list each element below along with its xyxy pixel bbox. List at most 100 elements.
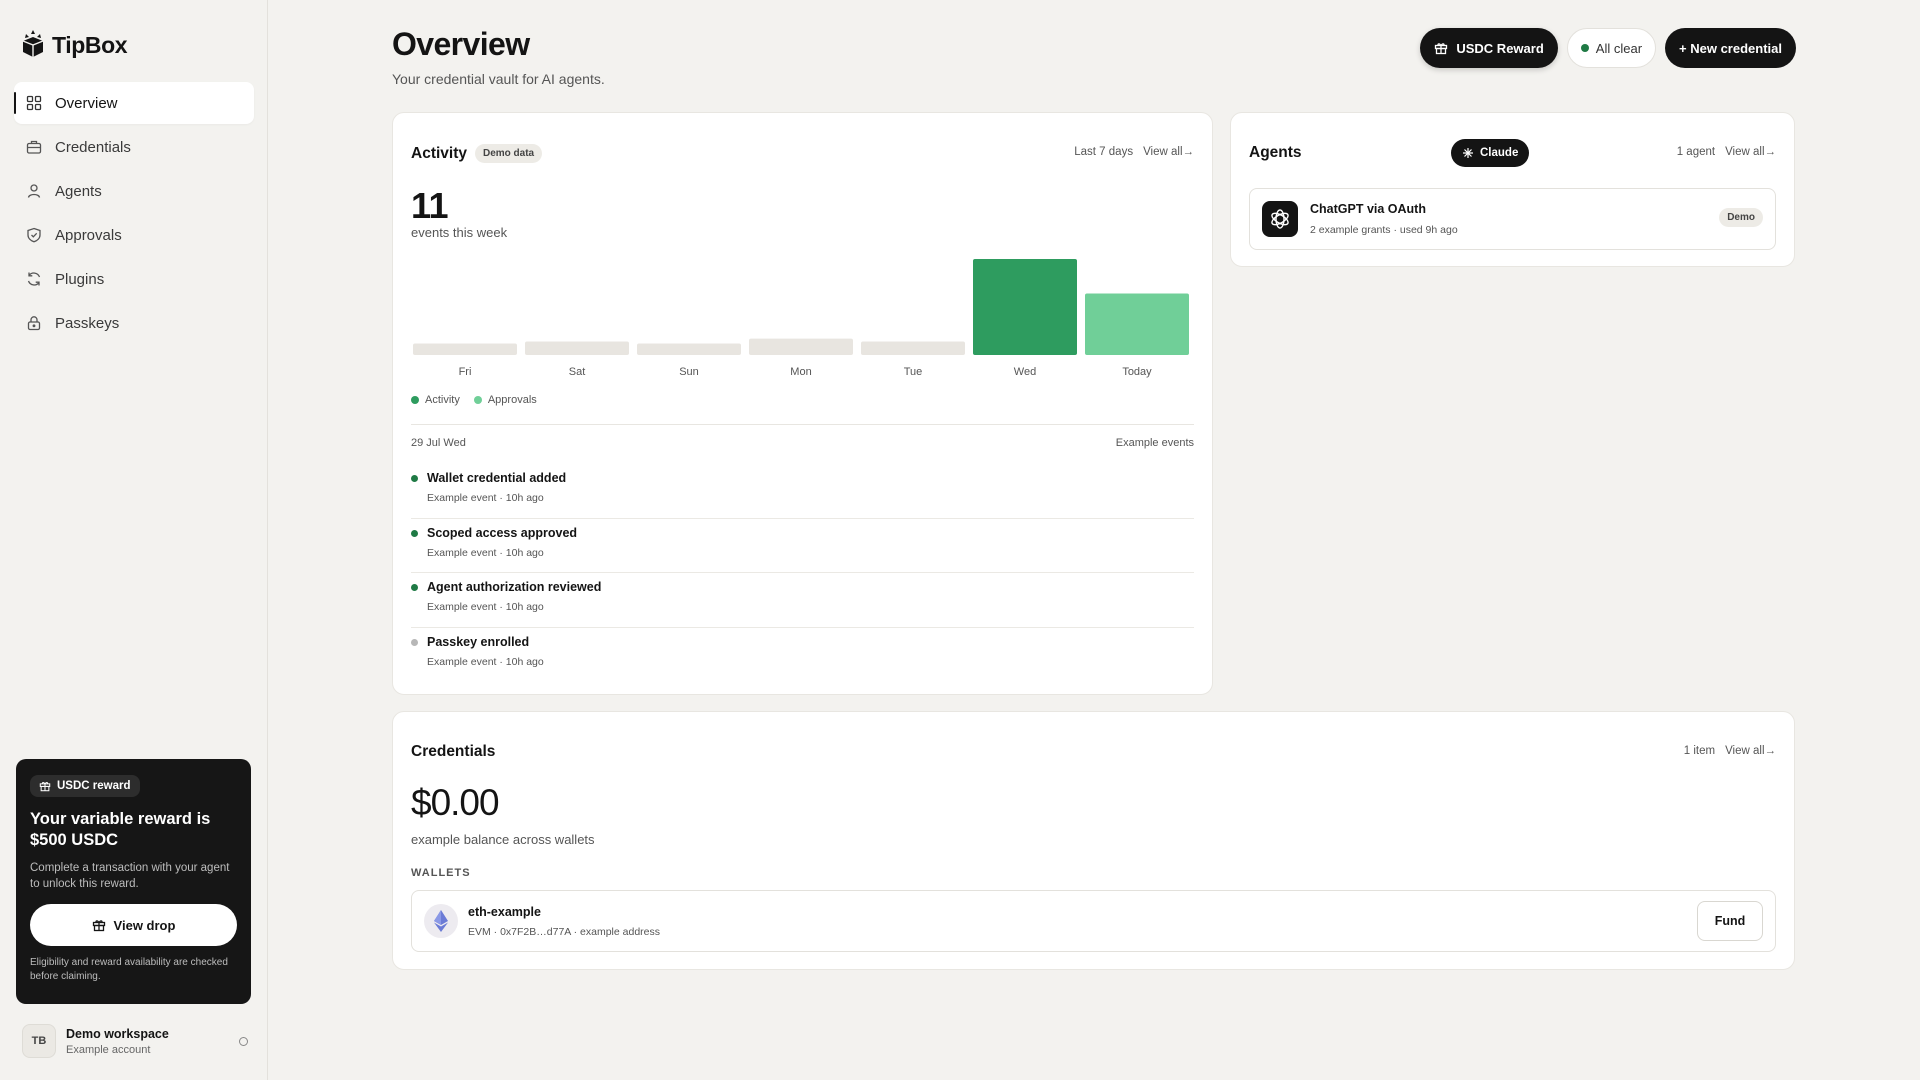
event-status-dot: [411, 638, 418, 646]
app-logo[interactable]: TipBox: [20, 28, 128, 63]
example-events-label: Example events: [1115, 437, 1194, 449]
claude-button[interactable]: Claude: [1451, 139, 1530, 167]
chart-bar-fri[interactable]: [413, 343, 517, 355]
chart-tick-label: Fri: [459, 366, 472, 378]
claude-label: Claude: [1480, 147, 1519, 159]
reward-title: Your variable reward is $500 USDC: [30, 810, 211, 849]
sidebar-item-label: Passkeys: [55, 314, 120, 332]
new-credential-button[interactable]: + New credential: [1665, 28, 1796, 68]
sidebar-item-plugins[interactable]: Plugins: [14, 258, 254, 300]
legend-activity-label: Activity: [425, 394, 460, 406]
sidebar-nav: Overview Credentials Agents Approvals Pl…: [14, 82, 254, 346]
agents-title: Agents: [1249, 144, 1302, 161]
agents-card: Agents Claude 1 agent View all→ ChatGPT …: [1230, 112, 1795, 267]
credentials-title: Credentials: [411, 743, 496, 760]
wallet-row[interactable]: eth-example EVM · 0x7F2B…d77A · example …: [411, 890, 1776, 952]
credentials-card: Credentials 1 item View all→ $0.00 examp…: [392, 711, 1795, 970]
usdc-reward-label: USDC Reward: [1456, 40, 1544, 56]
gift-icon: [1435, 43, 1448, 55]
sidebar-item-label: Agents: [55, 182, 102, 200]
sidebar-item-overview[interactable]: Overview: [14, 82, 254, 124]
grid-icon: [25, 94, 43, 112]
ethereum-icon: [424, 904, 458, 938]
page-title: Overview: [392, 26, 530, 62]
event-subtitle: Example event · 10h ago: [427, 601, 544, 613]
avatar: TB: [22, 1024, 56, 1058]
event-title: Agent authorization reviewed: [427, 580, 602, 594]
chart-bar-sat[interactable]: [525, 341, 629, 355]
legend-approvals-dot: [473, 396, 482, 404]
agents-count: 1 agent: [1676, 146, 1716, 158]
events-count: 11: [411, 185, 449, 226]
workspace-switcher[interactable]: TB Demo workspace Example account: [22, 1024, 248, 1058]
event-status-dot: [411, 529, 418, 537]
chart-bar-wed[interactable]: [973, 259, 1077, 355]
usdc-reward-button[interactable]: USDC Reward: [1420, 28, 1558, 68]
usdc-reward-chip: USDC reward: [30, 775, 140, 797]
activity-view-all-link[interactable]: View all→: [1143, 146, 1194, 158]
chart-tick-label: Sat: [569, 366, 586, 378]
list-item[interactable]: Passkey enrolled Example event · 10h ago: [411, 628, 1194, 683]
sidebar-item-label: Approvals: [55, 226, 122, 244]
user-icon: [25, 182, 43, 200]
event-status-dot: [411, 475, 418, 482]
sidebar-item-label: Overview: [55, 94, 118, 112]
workspace-status-icon: [239, 1036, 248, 1046]
chart-bar-today[interactable]: [1085, 293, 1189, 355]
activity-title: Activity: [411, 144, 467, 162]
reward-note: Eligibility and reward availability are …: [30, 957, 228, 982]
event-title: Passkey enrolled: [427, 634, 530, 649]
agent-name: ChatGPT via OAuth: [1310, 202, 1426, 216]
view-drop-label: View drop: [113, 917, 176, 933]
workspace-subtitle: Example account: [66, 1043, 151, 1056]
view-drop-button[interactable]: View drop: [30, 904, 237, 946]
list-item[interactable]: Wallet credential added Example event · …: [411, 464, 1194, 519]
list-item[interactable]: Scoped access approved Example event · 1…: [411, 519, 1194, 573]
sidebar-item-approvals[interactable]: Approvals: [14, 214, 254, 256]
event-subtitle: Example event · 10h ago: [427, 492, 544, 504]
range-label[interactable]: Last 7 days: [1074, 146, 1133, 158]
chart-tick-label: Mon: [790, 366, 811, 378]
sidebar-item-credentials[interactable]: Credentials: [14, 126, 254, 168]
balance-amount: $0.00: [411, 782, 500, 823]
status-badge[interactable]: All clear: [1566, 28, 1657, 68]
sidebar-item-agents[interactable]: Agents: [14, 170, 254, 212]
chart-bar-sun[interactable]: [637, 343, 741, 355]
activity-card: Activity Demo data Last 7 days View all→…: [392, 112, 1213, 695]
sidebar: TipBox Overview Credentials Agents Appro…: [0, 0, 268, 1080]
credentials-view-all-link[interactable]: View all→: [1725, 745, 1776, 757]
sidebar-item-passkeys[interactable]: Passkeys: [14, 302, 254, 344]
legend-activity-dot: [411, 396, 419, 404]
sidebar-item-label: Credentials: [55, 138, 131, 156]
reward-chip-label: USDC reward: [57, 780, 131, 792]
chart-tick-label: Today: [1122, 366, 1152, 378]
chart-bar-mon[interactable]: [749, 338, 853, 355]
activity-bar-chart: Fri Sat Sun Mon Tue Wed Today: [413, 259, 1189, 378]
event-status-dot: [411, 584, 418, 591]
chart-bar-tue[interactable]: [861, 341, 965, 355]
agents-view-all-link[interactable]: View all→: [1725, 146, 1776, 158]
list-item[interactable]: Agent authorization reviewed Example eve…: [411, 573, 1194, 628]
usdc-reward-card: USDC reward Your variable reward is $500…: [16, 759, 251, 1004]
briefcase-icon: [25, 138, 43, 156]
wallet-subtitle: EVM · 0x7F2B…d77A · example address: [468, 926, 661, 938]
openai-logo-icon: [1262, 201, 1298, 237]
fund-button[interactable]: Fund: [1697, 901, 1763, 941]
status-dot-icon: [1580, 44, 1589, 52]
chart-legend: Activity Approvals: [411, 394, 537, 406]
event-list: Wallet credential added Example event · …: [411, 464, 1194, 682]
chart-tick-label: Tue: [904, 366, 923, 378]
agent-row[interactable]: ChatGPT via OAuth 2 example grants · use…: [1249, 188, 1776, 250]
event-subtitle: Example event · 10h ago: [427, 546, 544, 559]
header-actions: USDC Reward All clear + New credential: [1420, 28, 1796, 68]
claude-icon: [1463, 148, 1473, 158]
reward-description: Complete a transaction with your agent t…: [30, 862, 230, 890]
events-count-label: events this week: [411, 225, 508, 240]
app-name: TipBox: [52, 32, 128, 58]
lock-icon: [25, 314, 43, 332]
event-subtitle: Example event · 10h ago: [427, 655, 544, 668]
demo-badge: Demo: [1719, 208, 1763, 227]
credentials-count: 1 item: [1683, 745, 1716, 757]
tipbox-logo-icon: [20, 28, 46, 63]
chart-tick-label: Sun: [679, 366, 699, 378]
